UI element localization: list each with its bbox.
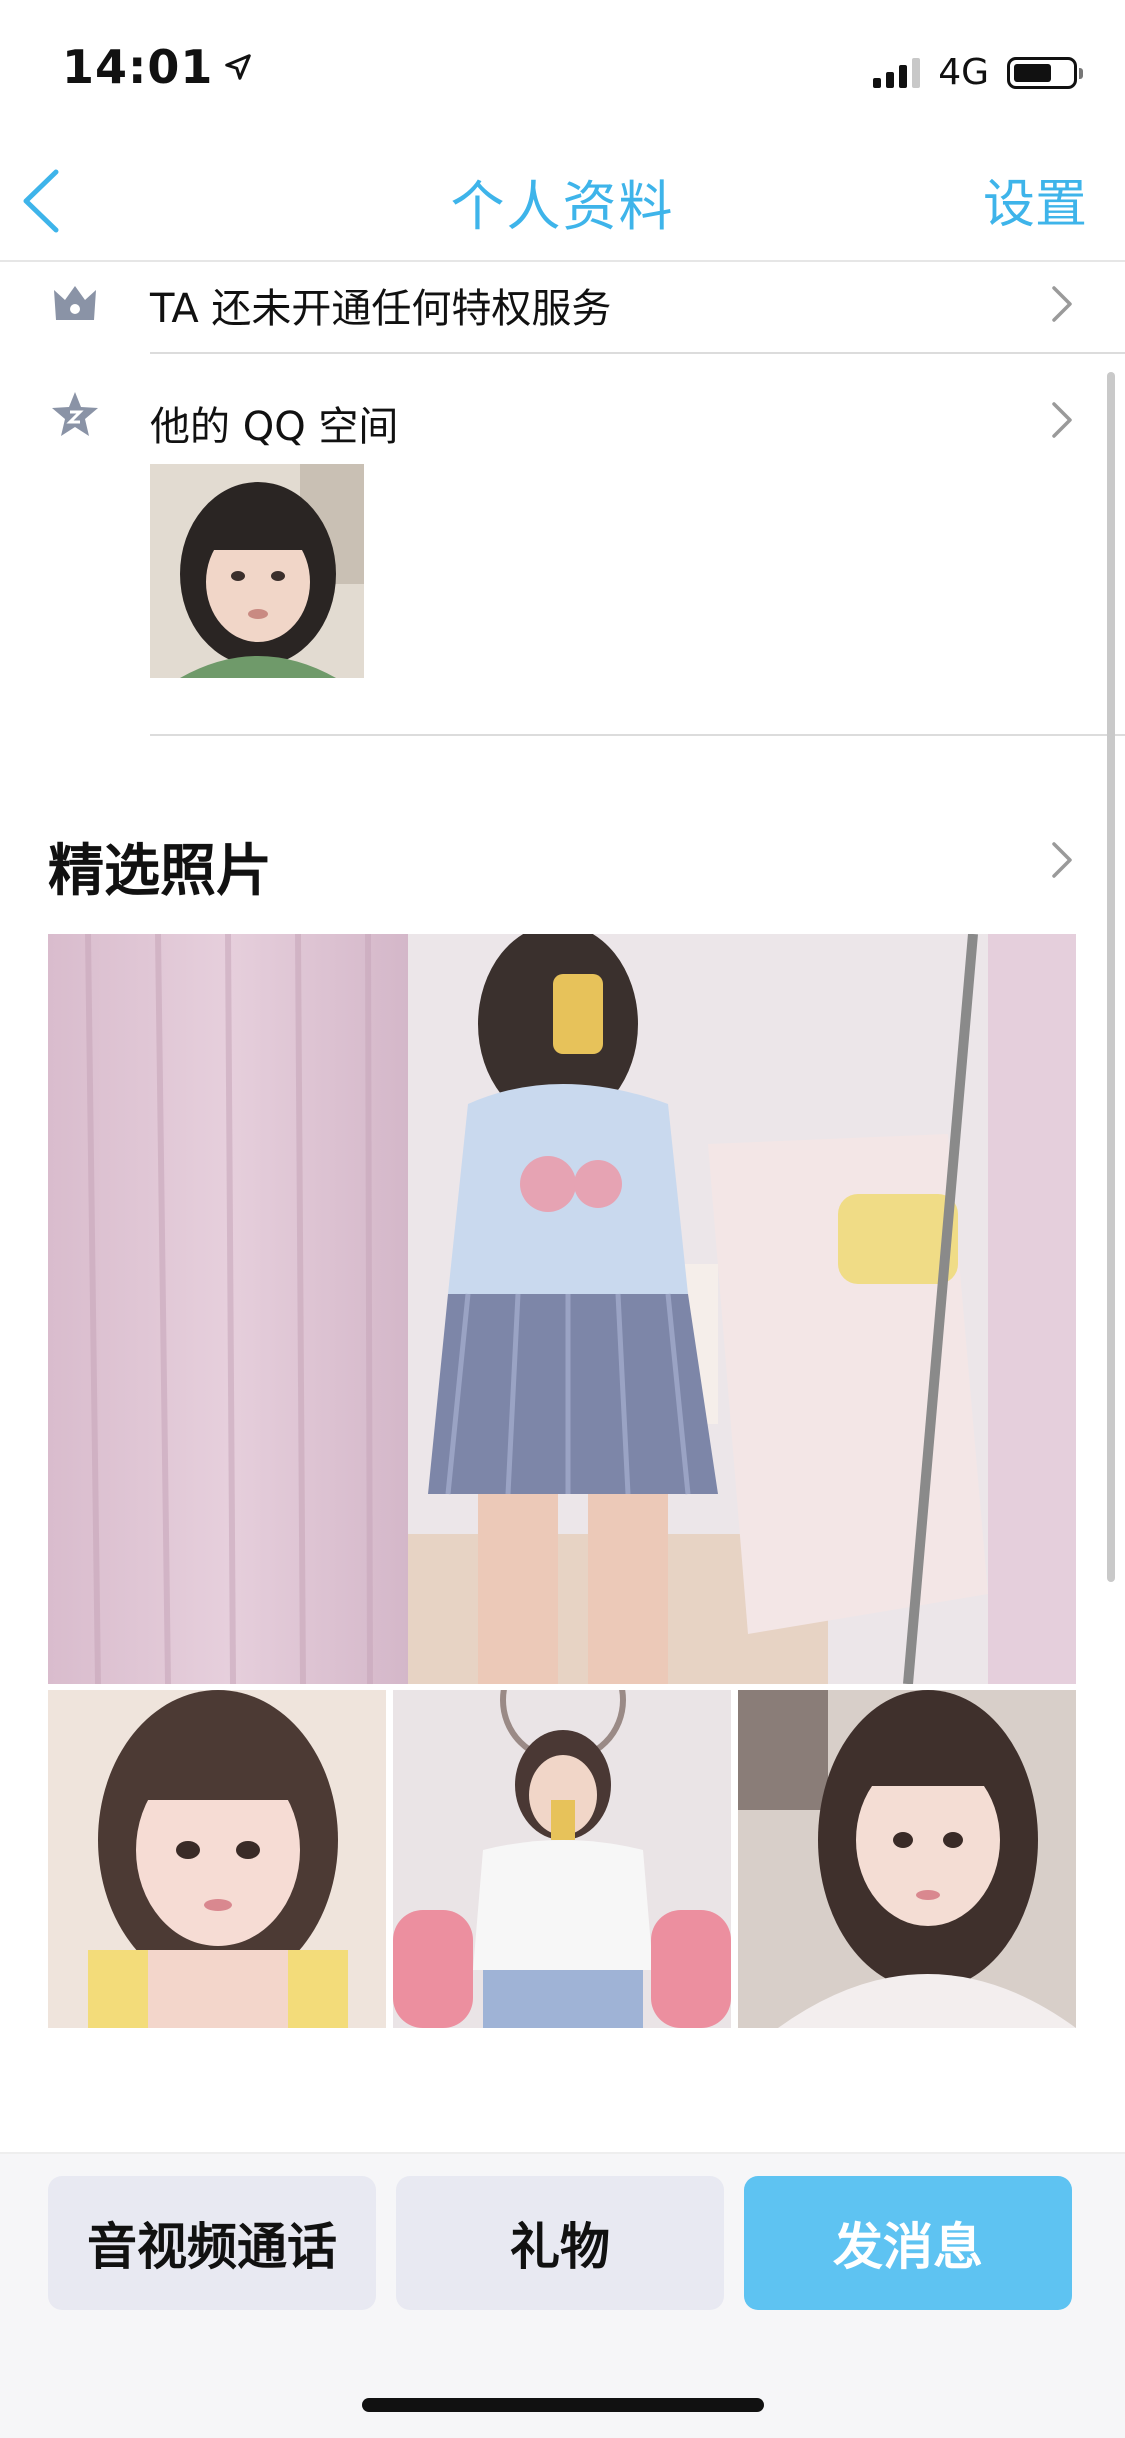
privilege-row[interactable]: TA 还未开通任何特权服务 xyxy=(0,262,1125,356)
divider xyxy=(150,734,1125,736)
mirror-selfie-image xyxy=(48,934,1076,1684)
selfie-image xyxy=(393,1690,731,2028)
privilege-label: TA 还未开通任何特权服务 xyxy=(150,286,612,332)
bottom-action-bar: 音视频通话 礼物 发消息 xyxy=(0,2152,1125,2438)
selfie-image xyxy=(738,1690,1076,2028)
page-title: 个人资料 xyxy=(450,175,675,238)
featured-photo-3[interactable] xyxy=(738,1690,1076,2028)
featured-photo-2[interactable] xyxy=(393,1690,731,2028)
scrollbar[interactable] xyxy=(1107,372,1115,1582)
video-call-button[interactable]: 音视频通话 xyxy=(48,2176,376,2310)
gift-button[interactable]: 礼物 xyxy=(396,2176,724,2310)
featured-photo-1[interactable] xyxy=(48,1690,386,2028)
location-arrow-icon xyxy=(225,54,252,80)
featured-photos-title: 精选照片 xyxy=(48,839,272,904)
chevron-right-icon xyxy=(1052,286,1072,322)
nav-bar: 个人资料 设置 xyxy=(0,140,1125,262)
status-bar: 14:01 4G xyxy=(0,0,1125,140)
network-type: 4G xyxy=(938,52,989,93)
crown-icon xyxy=(54,286,96,320)
qzone-label: 他的 QQ 空间 xyxy=(150,404,399,450)
divider xyxy=(150,352,1125,354)
selfie-image xyxy=(48,1690,386,2028)
status-indicators: 4G xyxy=(873,52,1083,93)
send-message-button[interactable]: 发消息 xyxy=(744,2176,1072,2310)
featured-photo-main[interactable] xyxy=(48,934,1076,1684)
chevron-right-icon xyxy=(1052,402,1072,438)
status-time: 14:01 xyxy=(62,40,253,94)
settings-button[interactable]: 设置 xyxy=(983,162,1087,237)
status-time-text: 14:01 xyxy=(62,40,214,94)
cellular-signal-icon xyxy=(873,57,921,88)
chevron-right-icon[interactable] xyxy=(1049,840,1075,880)
star-icon xyxy=(52,392,98,436)
qzone-photo-thumbnail[interactable] xyxy=(150,464,364,678)
qzone-row[interactable]: 他的 QQ 空间 xyxy=(0,380,1125,460)
battery-icon xyxy=(1007,56,1083,89)
portrait-image xyxy=(150,464,364,678)
home-indicator[interactable] xyxy=(362,2398,764,2412)
